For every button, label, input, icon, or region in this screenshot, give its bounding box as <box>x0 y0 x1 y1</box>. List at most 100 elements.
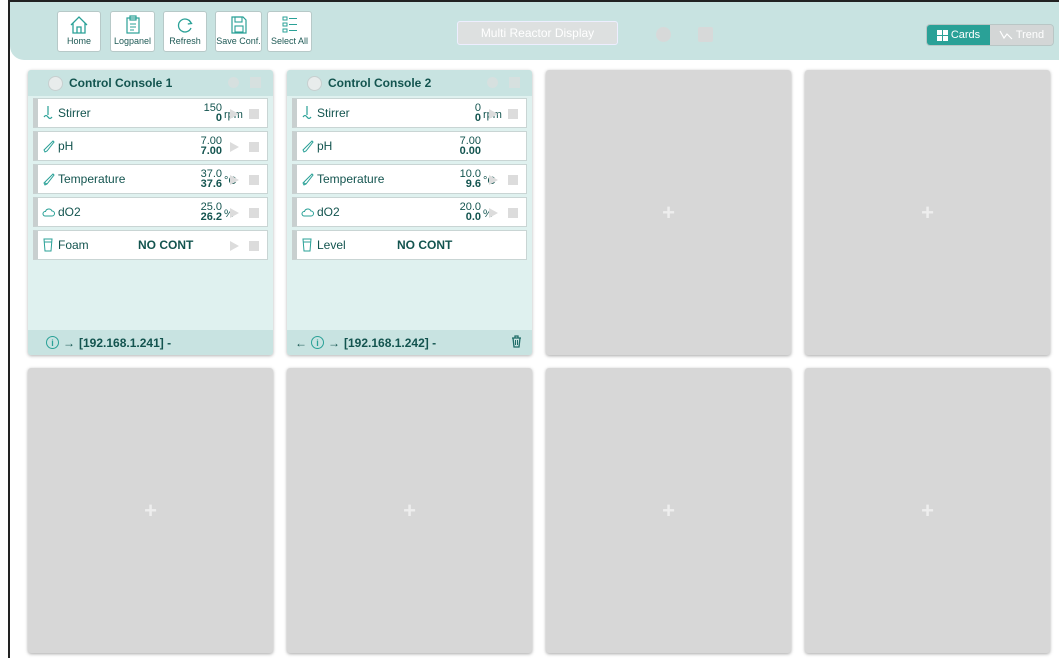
cloud-icon <box>300 205 314 219</box>
arrow-right-icon: → <box>63 335 75 350</box>
ip-address: [192.168.1.241] - <box>79 335 172 350</box>
trend-icon <box>999 30 1013 40</box>
add-icon: + <box>662 199 675 225</box>
empty-slot[interactable]: + <box>546 70 791 355</box>
view-toggle: Cards Trend <box>926 24 1054 46</box>
add-icon: + <box>144 497 157 523</box>
add-icon: + <box>921 497 934 523</box>
stop-all-button[interactable] <box>698 27 713 42</box>
home-icon <box>70 16 88 34</box>
empty-slot[interactable]: + <box>546 368 791 653</box>
save-conf-button[interactable]: Save Conf. <box>215 11 262 52</box>
play-icon[interactable] <box>489 109 498 119</box>
process-value: 0 <box>474 112 481 124</box>
cloud-icon <box>41 205 55 219</box>
process-value: 37.6 <box>200 178 222 190</box>
stop-icon[interactable] <box>508 175 518 185</box>
empty-slot[interactable]: + <box>805 70 1050 355</box>
foam-icon <box>41 238 55 252</box>
thermo-probe-icon <box>300 172 314 186</box>
play-icon[interactable] <box>489 208 498 218</box>
parameter-row-level[interactable]: Level NO CONT <box>292 230 527 260</box>
parameter-row-do2[interactable]: dO2 25.0 26.2 % <box>33 197 268 227</box>
cards-view-button[interactable]: Cards <box>927 25 990 45</box>
add-icon: + <box>403 497 416 523</box>
parameter-row-temperature[interactable]: Temperature 37.0 37.6 °C <box>33 164 268 194</box>
stop-icon[interactable] <box>508 208 518 218</box>
parameter-row-ph[interactable]: pH 7.00 0.00 <box>292 131 527 161</box>
page-title: Multi Reactor Display <box>457 21 618 45</box>
clipboard-icon <box>125 15 140 34</box>
play-icon[interactable] <box>230 175 239 185</box>
parameter-row-foam[interactable]: Foam NO CONT <box>33 230 268 260</box>
stop-icon[interactable] <box>249 208 259 218</box>
connection-status-indicator <box>307 75 322 91</box>
ip-address: [192.168.1.242] - <box>344 335 437 350</box>
process-value: 7.00 <box>200 145 222 157</box>
setpoint-value: 0 <box>474 102 481 114</box>
play-icon[interactable] <box>489 175 498 185</box>
console-name: Control Console 2 <box>328 76 432 90</box>
console-header: Control Console 2 <box>287 70 532 96</box>
parameter-row-temperature[interactable]: Temperature 10.0 9.6 °C <box>292 164 527 194</box>
console-header: Control Console 1 <box>28 70 273 96</box>
logpanel-button[interactable]: Logpanel <box>110 11 155 52</box>
parameter-row-stirrer[interactable]: Stirrer 00 rpm <box>292 98 527 128</box>
play-icon[interactable] <box>230 208 239 218</box>
trash-icon[interactable] <box>511 335 522 351</box>
stop-icon[interactable] <box>249 142 259 152</box>
grid-icon <box>936 29 948 41</box>
process-value: 0.00 <box>459 145 481 157</box>
refresh-icon <box>177 18 193 33</box>
console-name: Control Console 1 <box>69 76 173 90</box>
home-button[interactable]: Home <box>57 11 101 52</box>
empty-slot[interactable]: + <box>28 368 273 653</box>
arrow-right-icon: → <box>328 335 340 350</box>
probe-icon <box>300 139 314 153</box>
process-value: 0 <box>215 112 222 124</box>
info-icon[interactable]: i <box>311 336 324 349</box>
process-value: 9.6 <box>465 178 481 190</box>
stop-icon[interactable] <box>249 175 259 185</box>
stop-icon[interactable] <box>508 109 518 119</box>
status-text: NO CONT <box>138 238 194 252</box>
parameter-row-ph[interactable]: pH 7.00 7.00 <box>33 131 268 161</box>
trend-view-button[interactable]: Trend <box>990 25 1053 45</box>
process-value: 26.2 <box>200 211 222 223</box>
setpoint-value: 150 <box>203 102 222 114</box>
level-icon <box>300 238 314 252</box>
control-console-card-2: Control Console 2 Stirrer 00 rpm pH 7.00… <box>287 70 532 355</box>
refresh-button[interactable]: Refresh <box>163 11 207 52</box>
thermo-probe-icon <box>41 172 55 186</box>
stop-icon[interactable] <box>249 241 259 251</box>
parameter-row-do2[interactable]: dO2 20.0 0.0 % <box>292 197 527 227</box>
play-icon[interactable] <box>230 142 239 152</box>
add-icon: + <box>662 497 675 523</box>
process-value: 0.0 <box>465 211 481 223</box>
empty-slot[interactable]: + <box>287 368 532 653</box>
add-icon: + <box>921 199 934 225</box>
stirrer-icon <box>41 106 55 120</box>
console-footer: i → [192.168.1.241] - <box>28 330 273 355</box>
control-console-card-1: Control Console 1 Stirrer 150 0 rpm pH 7.… <box>28 70 273 355</box>
start-console-button[interactable] <box>228 77 239 88</box>
stop-console-button[interactable] <box>250 77 261 88</box>
checklist-icon <box>282 16 297 33</box>
stop-icon[interactable] <box>249 109 259 119</box>
toolbar: Home Logpanel Refresh Save Conf. Select … <box>10 2 1059 60</box>
status-text: NO CONT <box>397 238 453 252</box>
stop-console-button[interactable] <box>509 77 520 88</box>
console-footer: ← i → [192.168.1.242] - <box>287 330 532 355</box>
status-indicator <box>656 27 671 42</box>
save-icon <box>230 16 247 34</box>
arrow-left-icon[interactable]: ← <box>295 336 307 350</box>
play-icon[interactable] <box>230 109 239 119</box>
parameter-row-stirrer[interactable]: Stirrer 150 0 rpm <box>33 98 268 128</box>
connection-status-indicator <box>48 75 63 91</box>
probe-icon <box>41 139 55 153</box>
empty-slot[interactable]: + <box>805 368 1050 653</box>
play-icon[interactable] <box>230 241 239 251</box>
info-icon[interactable]: i <box>46 336 59 349</box>
select-all-button[interactable]: Select All <box>267 11 312 52</box>
start-console-button[interactable] <box>487 77 498 88</box>
